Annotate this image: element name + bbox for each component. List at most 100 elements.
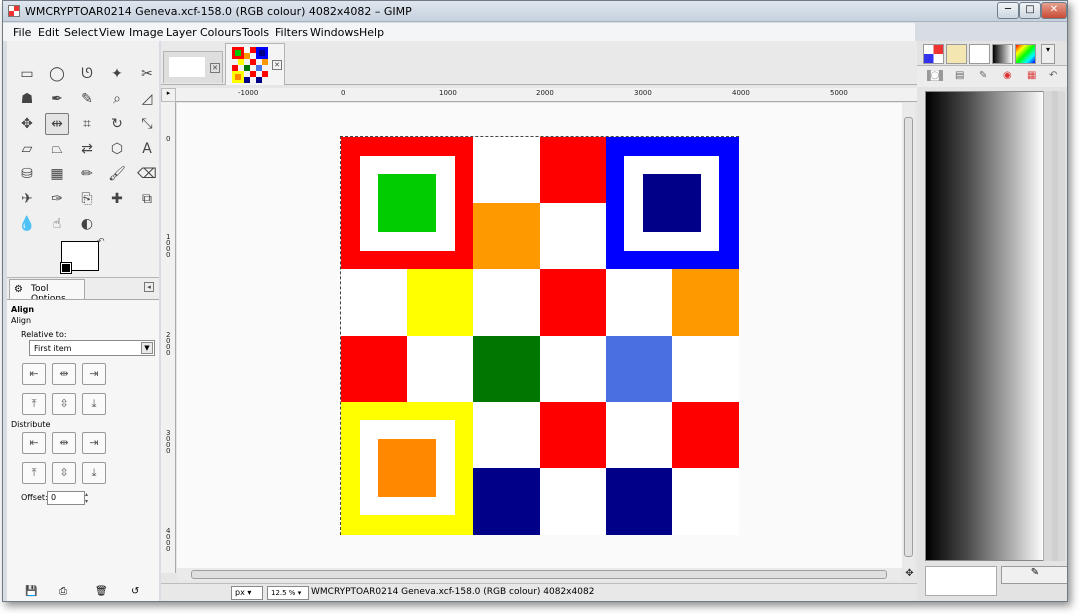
menu-colours[interactable]: Colours [200,26,241,39]
flip-icon[interactable]: ⇄ [75,138,99,160]
panel-menu-icon[interactable]: ◂ [144,282,154,292]
smudge-icon[interactable]: ☝ [45,213,69,235]
menu-filters[interactable]: Filters [275,26,308,39]
scrollbar-thumb[interactable] [191,570,887,579]
minimize-button[interactable]: ─ [997,2,1019,19]
zoom-icon[interactable]: ⌕ [105,88,129,110]
edit-button[interactable]: ✎ [1001,566,1067,584]
close-icon[interactable]: ✕ [272,60,282,70]
default-colors-icon[interactable] [60,262,72,274]
menu-help[interactable]: Help [359,26,384,39]
menu-layer[interactable]: Layer [166,26,197,39]
text-icon[interactable]: A [135,138,159,160]
align-icon[interactable]: ⇹ [45,113,69,135]
crop-icon[interactable]: ⌗ [75,113,99,135]
menu-tools[interactable]: Tools [242,26,269,39]
measure-icon[interactable]: ◿ [135,88,159,110]
airbrush-icon[interactable]: ✈ [15,188,39,210]
cage-icon[interactable]: ⬡ [105,138,129,160]
colormap-icon[interactable]: ◉ [1003,70,1012,81]
pencil-icon[interactable]: ✏ [75,163,99,185]
rotate-icon[interactable]: ↻ [105,113,129,135]
heal-icon[interactable]: ✚ [105,188,129,210]
vertical-scrollbar[interactable] [902,103,915,569]
maximize-button[interactable]: □ [1019,2,1041,19]
scale-icon[interactable]: ⤡ [135,113,159,135]
paintbrush-icon[interactable]: 🖌 [105,163,129,185]
align-top-button[interactable]: ⤒ [22,393,46,415]
ink-icon[interactable]: ✑ [45,188,69,210]
navigate-icon[interactable]: ✥ [903,568,916,581]
offset-stepper[interactable]: ▴ ▾ [85,491,92,505]
gradients-tab[interactable] [992,44,1013,64]
align-bottom-button[interactable]: ⤓ [82,393,106,415]
channels-icon[interactable]: ▤ [955,70,964,81]
perspective-icon[interactable]: ⏢ [45,138,69,160]
paths-tab-icon[interactable]: ✎ [979,70,987,81]
unit-select[interactable]: px ▾ [231,586,263,600]
distribute-middle-button[interactable]: ⇳ [52,462,76,484]
restore-options-icon[interactable]: ⎙ [59,586,67,597]
horizontal-ruler[interactable]: -1000 0 1000 2000 3000 4000 5000 [176,88,918,102]
menu-image[interactable]: Image [129,26,163,39]
gradient-preview[interactable] [925,91,1045,561]
swap-colors-icon[interactable]: ↶ [97,237,105,247]
clone-icon[interactable]: ⎘ [75,188,99,210]
foreground-select-icon[interactable]: ☗ [15,88,39,110]
color-picker-icon[interactable]: ✎ [75,88,99,110]
horizontal-scrollbar[interactable] [177,568,902,581]
distribute-center-button[interactable]: ⇹ [52,432,76,454]
distribute-left-button[interactable]: ⇤ [22,432,46,454]
dock-menu-icon[interactable]: ▾ [1041,44,1055,64]
canvas-area[interactable] [177,103,902,569]
menu-file[interactable]: File [13,26,31,39]
move-icon[interactable]: ✥ [15,113,39,135]
palettes-tab[interactable] [1015,44,1036,64]
vertical-ruler[interactable]: 0 1000 2000 3000 4000 [161,102,176,573]
fg-bg-colors[interactable]: ↶ [60,237,109,277]
patterns-tab[interactable] [923,44,944,64]
scrollbar-thumb[interactable] [1052,91,1058,561]
image-tab-2[interactable]: ✕ [225,43,285,85]
paths-icon[interactable]: ✒ [45,88,69,110]
scissors-icon[interactable]: ✂ [135,63,159,85]
bucket-fill-icon[interactable]: ⛁ [15,163,39,185]
align-right-button[interactable]: ⇥ [82,363,106,385]
quick-mask-corner[interactable]: ▸ [161,88,176,102]
menu-edit[interactable]: Edit [38,26,59,39]
brushes-tab[interactable] [946,44,967,64]
reset-options-icon[interactable]: ↺ [131,586,139,597]
blur-icon[interactable]: 💧 [15,213,39,235]
delete-options-icon[interactable]: 🗑 [95,586,108,597]
close-button[interactable]: ✕ [1041,2,1067,19]
menu-windows[interactable]: Windows [310,26,359,39]
fuzzy-select-icon[interactable]: ✦ [105,63,129,85]
shear-icon[interactable]: ▱ [15,138,39,160]
menu-select[interactable]: Select [64,26,98,39]
align-middle-button[interactable]: ⇳ [52,393,76,415]
menu-view[interactable]: View [99,26,125,39]
perspective-clone-icon[interactable]: ⧉ [135,188,159,210]
align-left-button[interactable]: ⇤ [22,363,46,385]
relative-to-select[interactable]: First item ▼ [29,340,155,356]
eraser-icon[interactable]: ⌫ [135,163,159,185]
distribute-right-button[interactable]: ⇥ [82,432,106,454]
histogram-icon[interactable]: ▦ [1027,70,1036,81]
free-select-icon[interactable]: ᘎ [75,63,99,85]
ellipse-select-icon[interactable]: ◯ [45,63,69,85]
chevron-down-icon[interactable]: ▼ [141,342,153,354]
layers-icon[interactable]: ◙ [927,70,943,81]
zoom-select[interactable]: 12.5 % ▾ [267,586,309,600]
image-canvas[interactable] [340,136,739,535]
scrollbar-thumb[interactable] [904,117,913,557]
dock-scrollbar[interactable] [1043,91,1065,561]
dodge-burn-icon[interactable]: ◐ [75,213,99,235]
image-tab-1[interactable]: ✕ [163,51,223,83]
fonts-tab[interactable] [969,44,990,64]
offset-input[interactable]: 0 [47,491,85,505]
align-center-button[interactable]: ⇹ [52,363,76,385]
title-bar[interactable]: WMCRYPTOAR0214 Geneva.xcf-158.0 (RGB col… [3,1,1067,22]
tab-tool-options[interactable]: ⚙ Tool Options [9,279,85,304]
distribute-bottom-button[interactable]: ⤓ [82,462,106,484]
rect-select-icon[interactable]: ▭ [15,63,39,85]
